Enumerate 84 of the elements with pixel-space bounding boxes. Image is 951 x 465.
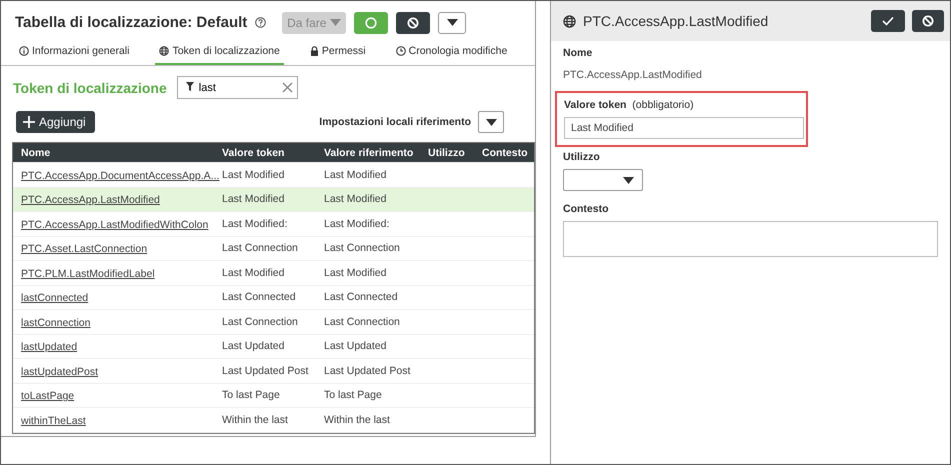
- table-row[interactable]: toLastPage To last Page To last Page: [13, 384, 534, 408]
- token-link[interactable]: lastUpdatedPost: [21, 366, 98, 378]
- cancel-button[interactable]: [912, 10, 944, 32]
- table-cell-text: Last Connection: [222, 242, 299, 254]
- caret-icon: [486, 118, 497, 126]
- tab[interactable]: Permessi: [306, 38, 370, 65]
- token-link[interactable]: lastConnected: [21, 292, 88, 304]
- table-cell-text: To last Page: [222, 389, 281, 402]
- cancel-button[interactable]: [396, 12, 430, 34]
- cancel-icon: [407, 16, 420, 28]
- table-cell-text: Within the last: [324, 414, 391, 426]
- column-header: Contesto: [482, 146, 528, 158]
- caret-icon: [446, 19, 458, 26]
- table-cell-text: Last Connection: [324, 316, 401, 328]
- token-value-field[interactable]: Last Modified: [564, 117, 804, 139]
- filter-icon: [186, 82, 194, 91]
- section-title: Token di localizzazione: [13, 80, 167, 96]
- table-cell-text: To last Page: [324, 389, 383, 402]
- token-link[interactable]: PTC.PLM.LastModifiedLabel: [21, 268, 155, 280]
- add-button[interactable]: Aggiungi: [16, 111, 95, 133]
- table-row[interactable]: lastUpdated Last Updated Last Updated: [13, 334, 534, 359]
- table-cell-text: Last Modified: [222, 193, 286, 206]
- clock-icon: [396, 46, 406, 56]
- circle-icon: [365, 16, 378, 28]
- token-link[interactable]: lastUpdated: [21, 341, 78, 354]
- confirm-button[interactable]: [871, 10, 905, 32]
- table-cell-text: Last Updated Post: [324, 364, 412, 377]
- token-link[interactable]: PTC.Asset.LastConnection: [21, 243, 148, 256]
- table-cell-text: Last Modified:: [324, 218, 390, 230]
- globe-icon: [159, 46, 170, 56]
- table-cell-text: Last Modified:: [222, 218, 288, 230]
- table-cell-text: Last Updated Post: [222, 364, 310, 377]
- table-row[interactable]: PTC.AccessApp.LastModified Last Modified Last Modified: [13, 188, 534, 212]
- token-link[interactable]: PTC.AccessApp.DocumentAccessApp.A...: [21, 170, 220, 182]
- field-label: Contesto: [563, 203, 610, 215]
- column-header: Utilizzo: [428, 146, 466, 158]
- check-icon: [882, 16, 894, 26]
- plus-icon: [23, 116, 35, 128]
- tab[interactable]: Informazioni generali: [15, 38, 134, 65]
- table-cell-text: Last Updated: [324, 340, 388, 352]
- table-cell-text: Last Connected: [222, 291, 297, 304]
- reference-locale-label: Impostazioni locali riferimento: [319, 116, 471, 128]
- table-cell-text: Within the last: [222, 414, 289, 426]
- filter-field[interactable]: last: [176, 76, 298, 99]
- token-link[interactable]: PTC.AccessApp.LastModifiedWithColon: [21, 218, 208, 231]
- table-cell-text: Last Modified: [324, 168, 388, 181]
- field-label: Valore token (obbligatorio): [564, 99, 695, 111]
- table-cell-text: Last Connection: [222, 316, 299, 328]
- token-link[interactable]: PTC.AccessApp.LastModified: [21, 194, 160, 206]
- field-label: Utilizzo: [563, 151, 601, 163]
- tab[interactable]: Cronologia modifiche: [392, 38, 512, 65]
- column-header: Valore riferimento: [324, 146, 414, 158]
- reference-locale-dropdown[interactable]: [478, 111, 504, 133]
- table-cell-text: Last Updated: [222, 340, 286, 352]
- table-cell-text: Last Modified: [222, 168, 286, 181]
- clear-icon[interactable]: [282, 82, 293, 93]
- page-title: Tabella di localizzazione: Default: [15, 14, 248, 31]
- column-header: Valore token: [222, 146, 286, 158]
- token-link[interactable]: lastConnection: [21, 316, 90, 329]
- caret-icon: [330, 19, 342, 26]
- table-cell-text: Last Connected: [324, 291, 399, 304]
- cancel-icon: [922, 15, 934, 27]
- help-icon: [255, 17, 266, 28]
- menu-dropdown[interactable]: [438, 12, 466, 34]
- start-button[interactable]: [354, 12, 388, 34]
- name-value: PTC.AccessApp.LastModified: [563, 69, 703, 81]
- table-cell-text: Last Modified: [324, 193, 388, 206]
- caret-icon: [623, 176, 634, 184]
- info-icon: [19, 46, 29, 56]
- token-link[interactable]: withinTheLast: [21, 414, 86, 427]
- tab[interactable]: Token di localizzazione: [155, 38, 284, 65]
- context-field[interactable]: [563, 221, 938, 257]
- usage-dropdown[interactable]: [563, 169, 643, 191]
- field-label: Nome: [563, 47, 594, 59]
- token-link[interactable]: toLastPage: [21, 390, 74, 402]
- column-header: Nome: [21, 146, 52, 158]
- table-cell-text: Last Connection: [324, 242, 401, 254]
- lock-icon: [310, 46, 319, 56]
- detail-title: PTC.AccessApp.LastModified: [583, 13, 770, 29]
- table-cell-text: Last Modified: [324, 266, 388, 279]
- globe-icon: [563, 14, 576, 28]
- table-cell-text: Last Modified: [222, 266, 286, 279]
- table-row[interactable]: lastConnected Last Connected Last Connected: [13, 286, 534, 310]
- table-row[interactable]: PTC.Asset.LastConnection Last Connection Last Connection: [13, 236, 534, 261]
